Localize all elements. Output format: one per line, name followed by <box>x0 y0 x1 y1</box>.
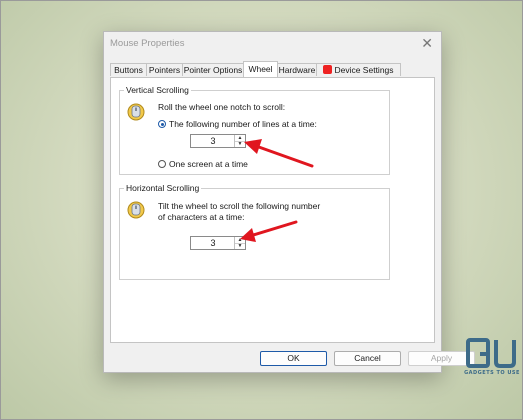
tab-pointers[interactable]: Pointers <box>146 63 183 76</box>
tab-pointer-options[interactable]: Pointer Options <box>182 63 244 76</box>
gadgets-to-use-logo: GADGETS TO USE <box>462 338 522 412</box>
spinner-arrows: ▲ ▼ <box>234 237 245 249</box>
characters-spinner[interactable]: 3 ▲ ▼ <box>190 236 246 250</box>
tab-label: Hardware <box>278 65 316 75</box>
gu-logo-mark <box>466 338 516 368</box>
spin-down-icon[interactable]: ▼ <box>235 243 245 249</box>
tab-strip: Buttons Pointers Pointer Options Wheel H… <box>104 61 441 77</box>
mouse-wheel-icon <box>127 201 145 219</box>
vertical-scrolling-group: Vertical Scrolling Roll the wheel one no… <box>119 85 390 175</box>
tab-hardware[interactable]: Hardware <box>277 63 317 76</box>
synaptics-icon <box>323 65 333 74</box>
cancel-button[interactable]: Cancel <box>334 351 401 366</box>
vertical-instruction: Roll the wheel one notch to scroll: <box>158 102 286 112</box>
title-bar: Mouse Properties ✕ <box>104 32 441 56</box>
tab-label: Device Settings <box>334 65 394 75</box>
lines-value[interactable]: 3 <box>191 135 235 147</box>
horizontal-instruction-line2: of characters at a time: <box>158 212 245 222</box>
lines-spinner[interactable]: 3 ▲ ▼ <box>190 134 246 148</box>
lines-at-a-time-radio[interactable] <box>158 120 166 128</box>
spinner-arrows: ▲ ▼ <box>234 135 245 147</box>
one-screen-label: One screen at a time <box>169 159 248 169</box>
lines-at-a-time-label: The following number of lines at a time: <box>169 119 317 129</box>
ok-button[interactable]: OK <box>260 351 327 366</box>
mouse-wheel-icon <box>127 103 145 121</box>
horizontal-scrolling-group: Horizontal Scrolling Tilt the wheel to s… <box>119 183 390 280</box>
tab-label: Pointers <box>148 65 181 75</box>
horizontal-instruction-line1: Tilt the wheel to scroll the following n… <box>158 201 321 211</box>
tab-label: Buttons <box>114 65 143 75</box>
one-screen-radio[interactable] <box>158 160 166 168</box>
watermark-caption: GADGETS TO USE <box>464 370 520 376</box>
tab-device-settings[interactable]: Device Settings <box>316 63 401 76</box>
horizontal-scrolling-label: Horizontal Scrolling <box>124 183 202 193</box>
dialog-title: Mouse Properties <box>110 38 185 49</box>
tab-label: Pointer Options <box>183 65 243 75</box>
wheel-tab-panel: Vertical Scrolling Roll the wheel one no… <box>110 77 435 343</box>
tab-wheel[interactable]: Wheel <box>243 61 278 77</box>
tab-label: Wheel <box>248 64 273 74</box>
vertical-scrolling-label: Vertical Scrolling <box>124 85 191 95</box>
close-icon[interactable]: ✕ <box>421 35 433 51</box>
spin-down-icon[interactable]: ▼ <box>235 141 245 147</box>
mouse-properties-dialog: Mouse Properties ✕ Buttons Pointers Poin… <box>103 31 475 373</box>
tab-buttons[interactable]: Buttons <box>110 63 147 76</box>
characters-value[interactable]: 3 <box>191 237 235 249</box>
